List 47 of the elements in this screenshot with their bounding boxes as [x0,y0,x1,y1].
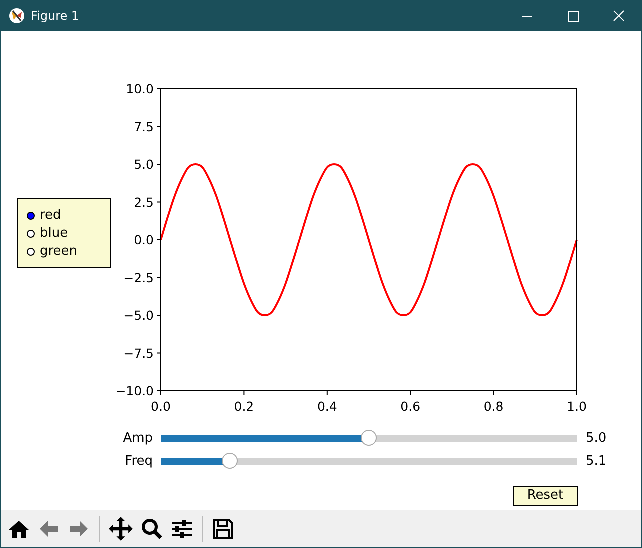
radio-label: blue [40,226,68,241]
tick-mark [156,202,162,203]
slider-thumb[interactable] [222,453,238,469]
tick-mark [156,277,162,278]
tick-mark [156,352,162,354]
y-tick-label: 5.0 [134,157,154,172]
tick-mark [156,164,162,165]
radio-button[interactable] [27,212,35,220]
y-tick-label: 10.0 [126,82,154,96]
tick-mark [156,126,162,128]
move-icon[interactable] [108,516,134,542]
slider[interactable] [161,453,577,469]
tick-mark [156,88,162,90]
search-icon[interactable] [140,516,164,540]
x-tick-label: 0.0 [151,399,171,414]
app-icon [9,8,25,24]
radio-label: red [40,208,62,223]
save-icon[interactable] [211,516,235,540]
radio-label: green [40,244,78,259]
y-tick-label: −7.5 [124,346,154,361]
x-tick-label: 0.8 [484,399,504,414]
y-tick-label: 2.5 [134,194,154,210]
tick-mark [244,390,245,396]
tick-mark [493,390,494,396]
slider-value: 5.1 [586,454,607,468]
y-tick-label: 0.0 [134,232,154,248]
tick-mark [410,390,412,396]
x-tick-label: 0.2 [234,399,254,414]
reset-button[interactable]: Reset [513,486,578,506]
slider-label: Amp [122,430,153,446]
y-tick-label: −10.0 [116,384,154,398]
slider[interactable] [161,430,577,446]
slider-value: 5.0 [586,430,607,446]
y-tick-label: −2.5 [124,270,154,286]
y-tick-label: 7.5 [134,119,154,134]
x-tick-label: 1.0 [567,399,587,414]
radio-button[interactable] [27,230,35,238]
slider-thumb[interactable] [361,430,377,446]
x-tick-label: 0.6 [400,399,421,414]
slider-label: Freq [124,454,153,468]
tick-mark [326,390,328,396]
x-tick-label: 0.4 [317,399,338,414]
tick-mark [156,315,162,316]
radio-button[interactable] [27,248,35,256]
y-tick-label: −5.0 [124,308,154,323]
tick-mark [576,390,578,396]
window-title: Figure 1 [31,8,80,22]
